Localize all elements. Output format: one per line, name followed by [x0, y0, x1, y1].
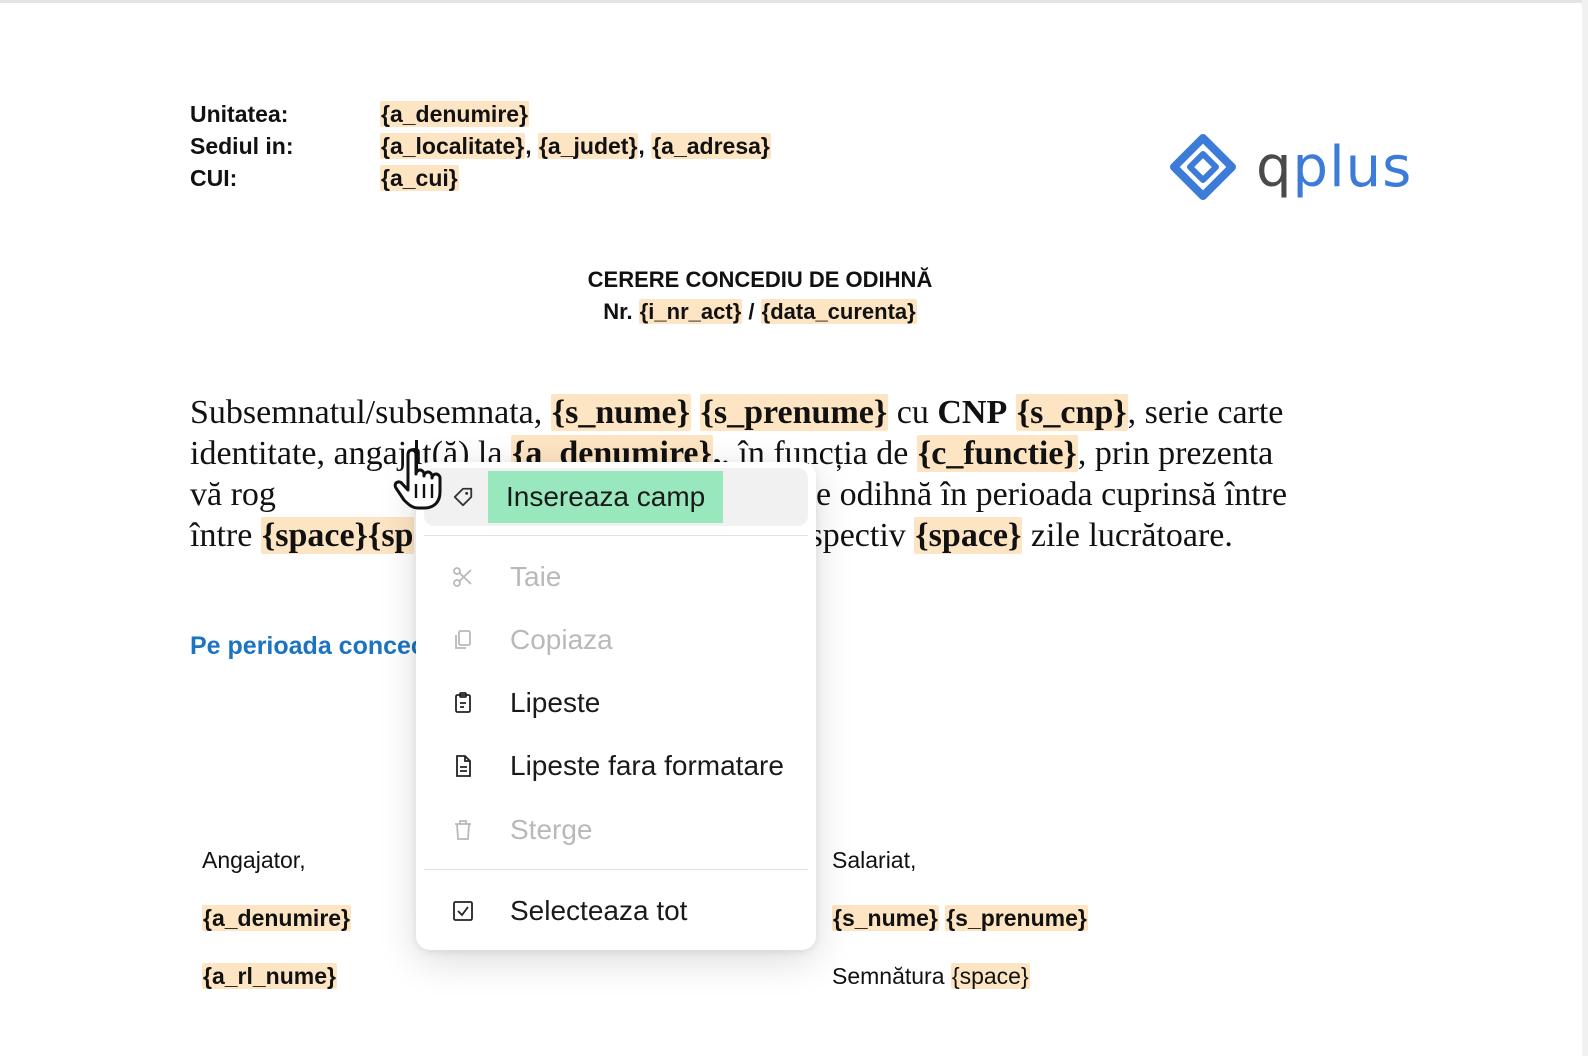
field-a-rl-nume[interactable]: {a_rl_nume} [202, 963, 337, 989]
field-space-1[interactable]: {space}{sp [260, 517, 415, 554]
field-s-prenume-sig[interactable]: {s_prenume} [945, 905, 1088, 931]
label-unitatea: Unitatea: [190, 101, 289, 127]
menu-item-paste-plain[interactable]: Lipeste fara formatare [424, 737, 808, 795]
employer-name: {a_denumire} [202, 902, 352, 934]
field-a-cui[interactable]: {a_cui} [380, 165, 459, 191]
document-number: Nr. {i_nr_act} / {data_curenta} [603, 299, 917, 324]
checkbox-icon [446, 894, 480, 928]
field-a-denumire-sig[interactable]: {a_denumire} [202, 905, 352, 931]
employer-rep: {a_rl_nume} [202, 960, 337, 992]
qplus-logo: qplus [1170, 134, 1412, 200]
field-s-cnp[interactable]: {s_cnp} [1015, 394, 1128, 431]
menu-item-insert-field[interactable]: Insereaza camp [424, 468, 808, 526]
employee-signature: Semnătura {space} [832, 963, 1030, 989]
menu-item-delete[interactable]: Sterge [424, 801, 808, 859]
menu-item-cut[interactable]: Taie [424, 548, 808, 606]
menu-separator [424, 869, 808, 870]
scrollbar-track[interactable] [1582, 0, 1588, 1056]
copy-icon [446, 623, 480, 657]
document-title: CERERE CONCEDIU DE ODIHNĂ [587, 267, 933, 292]
section-heading: Pe perioada concec [190, 632, 425, 660]
field-s-prenume[interactable]: {s_prenume} [699, 394, 889, 431]
value-cui: {a_cui} [380, 162, 459, 194]
value-sediul: {a_localitate}, {a_judet}, {a_adresa} [380, 133, 771, 159]
context-menu: Insereaza camp Taie Copiaza Lipeste Lipe… [416, 462, 816, 950]
field-a-denumire[interactable]: {a_denumire} [380, 101, 530, 127]
scissors-icon [446, 560, 480, 594]
top-border [0, 0, 1588, 3]
logo-text: qplus [1256, 134, 1413, 200]
menu-item-paste[interactable]: Lipeste [424, 674, 808, 732]
label-cui: CUI: [190, 165, 238, 191]
menu-item-select-all[interactable]: Selecteaza tot [424, 882, 808, 940]
field-s-nume-sig[interactable]: {s_nume} [832, 905, 939, 931]
trash-icon [446, 813, 480, 847]
clipboard-icon [446, 686, 480, 720]
menu-separator [424, 535, 808, 536]
hand-cursor-icon [392, 446, 452, 517]
menu-item-copy[interactable]: Copiaza [424, 611, 808, 669]
employee-label: Salariat, [832, 847, 917, 873]
field-a-localitate[interactable]: {a_localitate} [380, 133, 526, 159]
field-space-sig[interactable]: {space} [950, 963, 1030, 989]
file-text-icon [446, 749, 480, 783]
field-space-2[interactable]: {space} [914, 517, 1023, 554]
diamond-logo-icon [1170, 134, 1236, 200]
label-sediul: Sediul in: [190, 133, 294, 159]
field-i-nr-act[interactable]: {i_nr_act} [638, 299, 743, 324]
field-s-nume[interactable]: {s_nume} [550, 394, 692, 431]
value-unitatea: {a_denumire} [380, 98, 530, 130]
employee-name: {s_nume} {s_prenume} [832, 902, 1088, 934]
field-c-functie[interactable]: {c_functie} [916, 435, 1078, 472]
field-data-curenta[interactable]: {data_curenta} [760, 299, 917, 324]
employer-label: Angajator, [202, 847, 306, 873]
field-a-adresa[interactable]: {a_adresa} [651, 133, 771, 159]
field-a-judet[interactable]: {a_judet} [537, 133, 639, 159]
